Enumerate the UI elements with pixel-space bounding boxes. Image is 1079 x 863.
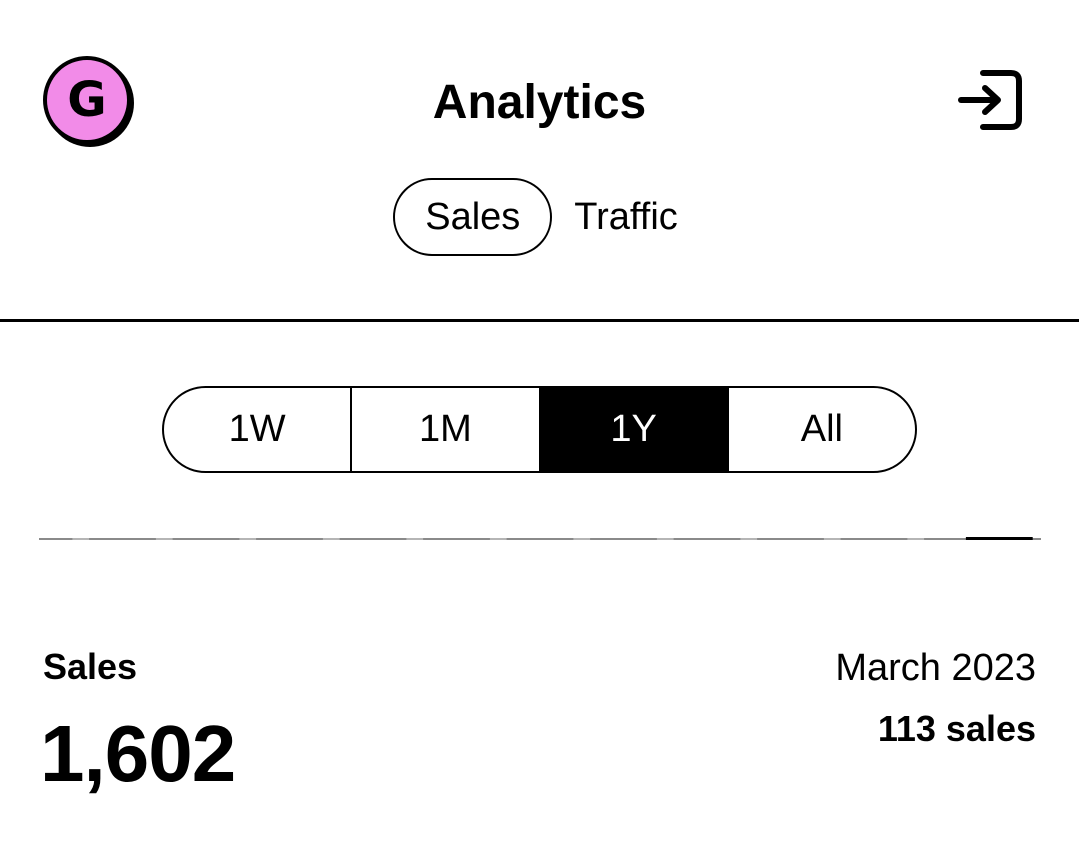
- chart-bar-jul[interactable]: [322, 538, 340, 540]
- chart-bar-sep[interactable]: [489, 538, 507, 540]
- range-all-button[interactable]: All: [726, 388, 915, 471]
- chart-bar-may[interactable]: [155, 538, 173, 540]
- chart-bar-jun[interactable]: [239, 538, 257, 540]
- analytics-tabs: Sales Traffic: [0, 178, 1079, 256]
- chart-bar-dec[interactable]: [740, 538, 758, 540]
- tab-sales[interactable]: Sales: [393, 178, 553, 256]
- chart-bar-oct[interactable]: [573, 538, 591, 540]
- logout-icon: [958, 70, 1022, 130]
- range-selector: 1W 1M 1Y All: [162, 386, 917, 473]
- chart-bar-mar[interactable]: [965, 537, 1033, 540]
- header-divider: [0, 319, 1079, 322]
- sales-label: Sales: [43, 646, 138, 687]
- logout-button[interactable]: [955, 67, 1025, 133]
- range-1y-button[interactable]: 1Y: [538, 388, 727, 471]
- selected-period-sales: 113 sales: [877, 708, 1036, 749]
- sales-chart[interactable]: [39, 528, 1041, 542]
- page-title: Analytics: [432, 76, 647, 129]
- analytics-screen: G Analytics Sales Traffic 1W 1M 1Y All S…: [0, 0, 1079, 863]
- range-1w-button[interactable]: 1W: [164, 388, 350, 471]
- chart-bar-apr[interactable]: [72, 538, 90, 540]
- sales-total: 1,602: [40, 709, 236, 798]
- chart-bar-nov[interactable]: [656, 538, 674, 540]
- chart-bar-aug[interactable]: [406, 538, 424, 540]
- selected-period: March 2023: [835, 647, 1036, 689]
- chart-bar-feb[interactable]: [907, 538, 925, 540]
- tab-traffic[interactable]: Traffic: [566, 178, 685, 256]
- range-1m-button[interactable]: 1M: [350, 388, 538, 471]
- chart-bar-jan[interactable]: [823, 538, 841, 540]
